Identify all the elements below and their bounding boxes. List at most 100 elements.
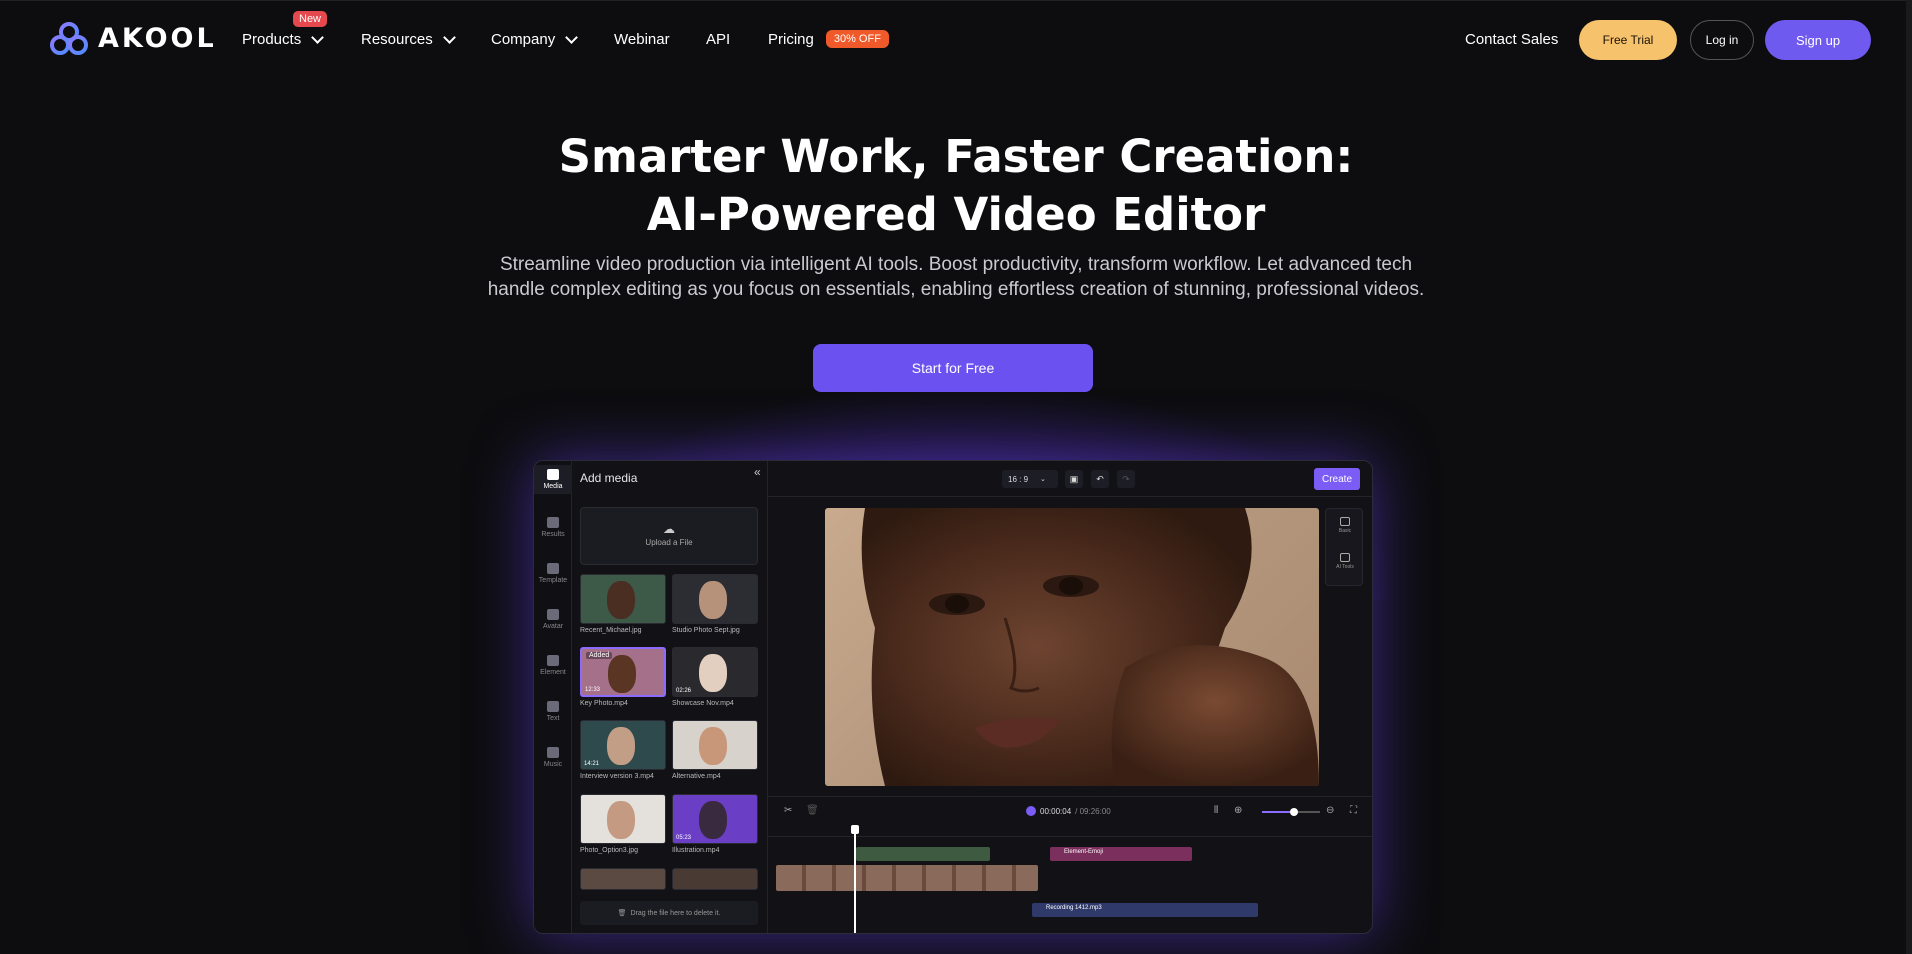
media-thumb[interactable]	[672, 720, 758, 770]
zoom-slider-knob[interactable]	[1289, 808, 1298, 816]
nav-pricing[interactable]: Pricing 30% OFF	[768, 30, 889, 48]
zoom-slider[interactable]	[1262, 808, 1320, 816]
trash-icon: 🗑	[617, 910, 627, 917]
rail-media[interactable]: Media	[534, 465, 572, 494]
redo-icon[interactable]: ↷	[1117, 470, 1135, 488]
audio-track-label: Recording 1412.mp3	[1046, 905, 1102, 911]
element-track-label: Element-Emoji	[1064, 849, 1104, 855]
media-thumb[interactable]	[580, 794, 666, 844]
media-thumb[interactable]: 14:21	[580, 720, 666, 770]
audio-track[interactable]: Recording 1412.mp3	[1032, 903, 1258, 917]
thumb-face	[607, 727, 635, 765]
thumb-duration: 02:26	[676, 688, 692, 694]
clip-track-green[interactable]	[856, 847, 990, 861]
rail-music-label: Music	[543, 761, 563, 768]
thumb-face	[607, 581, 635, 619]
folder-icon	[547, 517, 559, 528]
playhead[interactable]	[851, 825, 859, 933]
rail-element[interactable]: Element	[534, 655, 572, 676]
template-icon	[547, 563, 559, 574]
editor-main: 16 : 9 ⌄ ▣ ↶ ↷ Create Basic AI Tools ✂ 🗑…	[768, 461, 1372, 933]
undo-icon[interactable]: ↶	[1091, 470, 1109, 488]
zoom-out-icon[interactable]: ⊖	[1326, 805, 1334, 816]
rail-avatar-label: Avatar	[542, 623, 564, 630]
ai-tools[interactable]: AI Tools	[1326, 553, 1364, 570]
media-thumb[interactable]	[580, 868, 666, 890]
aspect-ratio-value: 16 : 9	[1008, 474, 1029, 484]
contact-sales-link[interactable]: Contact Sales	[1465, 31, 1558, 48]
hero-title-line2: AI-Powered Video Editor	[646, 188, 1266, 241]
hero-subtitle-line2: handle complex editing as you focus on e…	[487, 279, 1425, 300]
media-thumb[interactable]	[672, 574, 758, 624]
delete-icon[interactable]: 🗑	[806, 805, 819, 816]
ai-tools-label: AI Tools	[1336, 564, 1354, 570]
media-thumb-selected[interactable]: Added 12:33	[580, 647, 666, 697]
collapse-panel-icon[interactable]: «	[754, 465, 761, 479]
basic-tool[interactable]: Basic	[1326, 517, 1364, 534]
delete-dropzone[interactable]: 🗑 Drag the file here to delete it.	[580, 901, 758, 925]
video-preview[interactable]	[825, 508, 1319, 786]
thumb-face	[699, 654, 727, 692]
nav-api[interactable]: API	[706, 31, 730, 48]
video-track[interactable]	[776, 865, 1038, 891]
scissors-icon[interactable]: ✂	[784, 805, 792, 816]
layout-icon[interactable]: ▣	[1065, 470, 1083, 488]
hero-title: Smarter Work, Faster Creation: AI-Powere…	[0, 128, 1912, 244]
media-thumb-label: Recent_Michael.jpg	[580, 627, 642, 634]
rail-music[interactable]: Music	[534, 747, 572, 768]
chevron-down-icon	[442, 30, 456, 44]
element-track[interactable]: Element-Emoji	[1050, 847, 1192, 861]
rail-results-label: Results	[541, 531, 565, 538]
nav-company-label: Company	[491, 31, 556, 48]
hero-title-line1: Smarter Work, Faster Creation:	[558, 130, 1354, 183]
page-scrollbar[interactable]	[1906, 0, 1912, 954]
split-icon[interactable]: ⫴	[1214, 805, 1218, 816]
rail-text[interactable]: Text	[534, 701, 572, 722]
nav-company[interactable]: Company	[491, 30, 579, 48]
current-time: 00:00:04	[1040, 806, 1072, 816]
added-badge: Added	[586, 652, 613, 659]
sliders-icon	[1340, 517, 1350, 526]
media-thumb-label: Interview version 3.mp4	[580, 773, 654, 780]
media-thumb-label: Showcase Nov.mp4	[672, 700, 734, 707]
media-panel: Add media « ☁ Upload a File Recent_Micha…	[572, 461, 768, 933]
media-thumb[interactable]	[580, 574, 666, 624]
aspect-ratio-select[interactable]: 16 : 9 ⌄	[1002, 470, 1058, 488]
text-icon	[547, 701, 559, 712]
play-icon[interactable]	[1026, 806, 1036, 816]
rail-results[interactable]: Results	[534, 517, 572, 538]
avatar-icon	[547, 609, 559, 620]
nav-pricing-label: Pricing	[768, 30, 814, 48]
cloud-upload-icon: ☁	[663, 522, 675, 536]
fullscreen-icon[interactable]: ⛶	[1350, 805, 1357, 816]
nav-products[interactable]: Products	[242, 30, 325, 48]
media-thumb[interactable]: 05:23	[672, 794, 758, 844]
media-thumb[interactable]: 02:26	[672, 647, 758, 697]
zoom-in-icon[interactable]: ⊕	[1234, 805, 1242, 816]
thumb-face	[608, 655, 636, 693]
signup-button[interactable]: Sign up	[1765, 20, 1871, 60]
nav-resources[interactable]: Resources	[361, 30, 456, 48]
hero-subtitle: Streamline video production via intellig…	[446, 252, 1466, 302]
media-thumb-label: Studio Photo Sept.jpg	[672, 627, 740, 634]
login-button[interactable]: Log in	[1690, 20, 1754, 60]
portrait-image	[861, 508, 1319, 786]
media-thumb-label: Key Photo.mp4	[580, 700, 628, 707]
time-readout: 00:00:04 / 09:26:00	[1026, 806, 1111, 816]
media-thumb[interactable]	[672, 868, 758, 890]
thumb-face	[699, 727, 727, 765]
timeline: ✂ 🗑 00:00:04 / 09:26:00 ⫴ ⊕ ⊖ ⛶ Element-…	[768, 796, 1372, 933]
editor-toolbar: 16 : 9 ⌄ ▣ ↶ ↷ Create	[768, 461, 1372, 497]
nav-webinar[interactable]: Webinar	[614, 31, 670, 48]
rail-template[interactable]: Template	[534, 563, 572, 584]
upload-file-button[interactable]: ☁ Upload a File	[580, 507, 758, 565]
playhead-handle[interactable]	[851, 825, 859, 834]
brand-logo[interactable]: AKOOL	[50, 21, 217, 55]
free-trial-button[interactable]: Free Trial	[1579, 20, 1677, 60]
element-icon	[547, 655, 559, 666]
thumb-duration: 12:33	[585, 687, 601, 693]
rail-avatar[interactable]: Avatar	[534, 609, 572, 630]
total-time: / 09:26:00	[1075, 806, 1111, 816]
music-icon	[547, 747, 559, 758]
create-button[interactable]: Create	[1314, 468, 1360, 490]
